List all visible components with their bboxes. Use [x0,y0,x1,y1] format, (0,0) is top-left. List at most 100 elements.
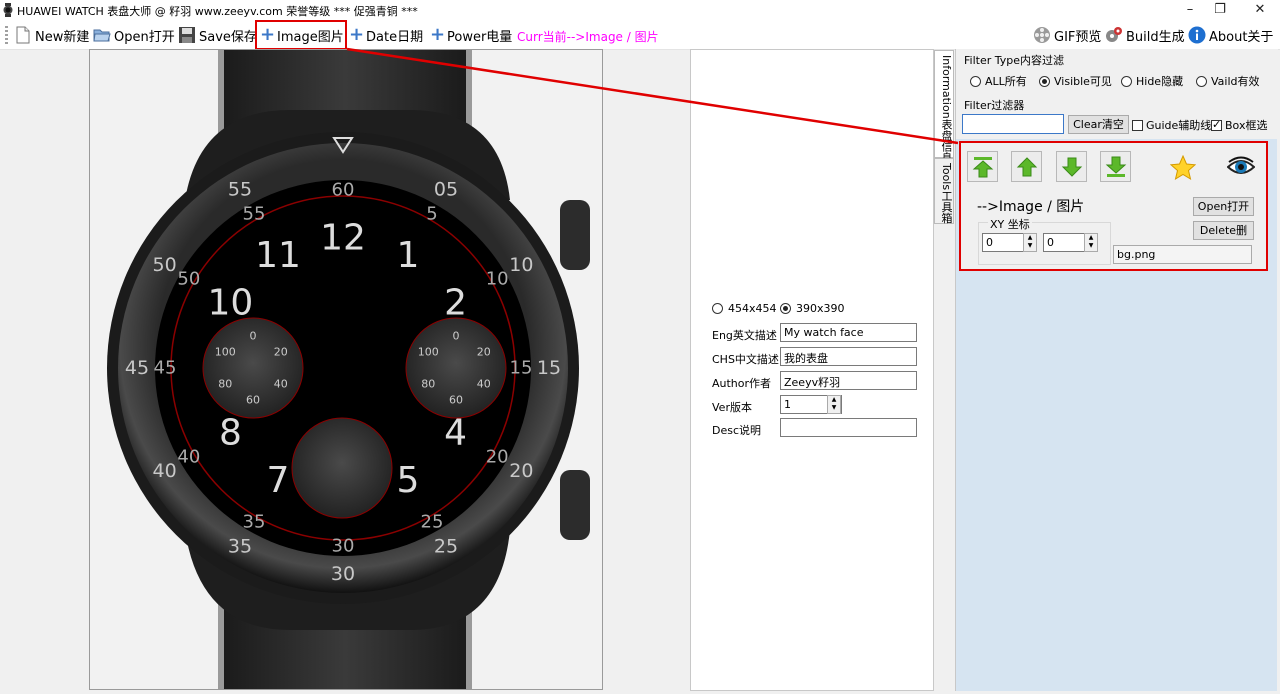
bezel-number: 45 [125,357,149,379]
build-button[interactable]: Build生成 [1105,23,1185,47]
layer-name: -->Image / 图片 [977,199,1085,215]
about-button[interactable]: About关于 [1188,23,1273,47]
hour-numeral: 7 [267,460,290,501]
tab-tools[interactable]: Tools工具箱 [934,158,954,224]
bezel-number: 20 [509,460,533,482]
close-button[interactable]: ✕ [1242,0,1278,20]
bezel-number: 25 [434,535,458,557]
subdial-number: 20 [274,346,288,359]
open-folder-icon [93,29,111,42]
desc-label: Desc说明 [712,424,762,437]
information-panel: 454x454 390x390 Eng英文描述 My watch face CH… [690,49,934,691]
res-390-option[interactable]: 390x390 [780,302,845,315]
image-layer-item[interactable]: -->Image / 图片 Open打开 Delete删 XY 坐标 0 ▲ ▼ … [959,141,1268,271]
window-title: HUAWEI WATCH 表盘大师 @ 籽羽 www.zeeyv.com 荣誉等… [17,5,418,18]
version-label: Ver版本 [712,401,752,414]
star-icon[interactable] [1170,155,1196,181]
eng-desc-label: Eng英文描述 [712,329,777,342]
filter-valid-option[interactable]: Vaild有效 [1196,73,1260,89]
box-checkbox[interactable] [1211,118,1222,132]
tab-information[interactable]: Information表盘信息 [934,50,954,163]
gif-preview-button[interactable]: GIF预览 [1033,23,1101,47]
layer-delete-button[interactable]: Delete删 [1193,221,1254,240]
move-top-icon [972,157,994,178]
author-label: Author作者 [712,377,772,390]
move-top-button[interactable] [967,151,998,182]
box-checkbox-item[interactable]: Box框选 [1211,117,1267,133]
hour-numeral: 5 [397,460,420,501]
move-up-icon [1016,157,1038,177]
move-up-button[interactable] [1011,151,1042,182]
toolbar-grip[interactable] [5,26,8,44]
visibility-toggle[interactable] [1223,151,1255,182]
filter-visible-label: Visible可见 [1054,75,1112,88]
res-454-option[interactable]: 454x454 [712,302,777,315]
filter-hide-radio[interactable] [1121,75,1132,87]
current-layer-label: Curr当前-->Image / 图片 [517,30,659,44]
tab-tools-label: Tools工具箱 [940,163,953,224]
date-button[interactable]: + Date日期 [349,23,423,47]
eye-icon [1227,156,1255,174]
bezel-number: 15 [537,357,561,379]
subdial-number: 60 [246,394,260,407]
filter-all-radio[interactable] [970,75,981,87]
filter-title: Filter过滤器 [964,99,1025,112]
layer-file-name: bg.png [1113,245,1252,264]
layer-panel: Filter Type内容过滤 ALL所有 Visible可见 Hide隐藏 V… [955,49,1278,691]
filter-visible-radio[interactable] [1039,75,1050,87]
filter-valid-radio[interactable] [1196,75,1207,87]
maximize-button[interactable]: ❐ [1202,0,1238,20]
filter-group: Filter Type内容过滤 ALL所有 Visible可见 Hide隐藏 V… [956,49,1278,139]
move-down-button[interactable] [1056,151,1087,182]
info-icon [1188,26,1206,44]
filter-valid-label: Vaild有效 [1211,75,1260,88]
about-label: About关于 [1209,29,1274,45]
res-390-radio[interactable] [780,303,791,314]
watch-preview-canvas[interactable]: 55 05 10 15 20 25 30 35 40 45 50 60 5 55 50 10 45 15 40 20… [89,49,603,690]
res-454-radio[interactable] [712,303,723,314]
desc-input[interactable] [780,418,917,437]
new-file-icon [16,26,30,44]
save-button[interactable]: Save保存 [178,23,257,47]
eng-desc-input[interactable]: My watch face [780,323,917,342]
version-spinner[interactable]: ▲ ▼ [827,395,841,414]
watch-face: 55 05101520253035404550 6055550 1045 1540 20… [107,50,590,689]
hour-numeral: 2 [444,283,467,324]
upper-crown [560,200,590,270]
author-input[interactable]: Zeeyv籽羽 [780,371,917,390]
move-bottom-button[interactable] [1100,151,1131,182]
subdial-number: 80 [218,378,232,391]
date-label: Date日期 [366,29,424,45]
new-button[interactable]: New新建 [14,23,89,47]
film-reel-icon [1034,27,1050,43]
box-label: Box框选 [1225,119,1268,132]
minute-number: 60 [332,180,355,201]
filter-all-label: ALL所有 [985,75,1027,88]
open-button[interactable]: Open打开 [93,23,175,47]
app-watch-icon [3,3,13,17]
filter-hide-option[interactable]: Hide隐藏 [1121,73,1183,89]
title-bar: HUAWEI WATCH 表盘大师 @ 籽羽 www.zeeyv.com 荣誉等… [0,0,1280,20]
bezel-number: 05 [434,179,458,201]
guide-checkbox-item[interactable]: Guide辅助线 [1132,117,1211,133]
filter-visible-option[interactable]: Visible可见 [1039,73,1112,89]
clear-button[interactable]: Clear清空 [1068,115,1129,134]
minute-number: 45 [154,358,177,379]
filter-input[interactable] [962,114,1064,134]
hour-numeral: 1 [397,235,420,276]
layer-open-button[interactable]: Open打开 [1193,197,1254,216]
hour-numeral: 11 [255,235,301,276]
filter-all-option[interactable]: ALL所有 [970,73,1027,89]
x-spinner[interactable]: ▲ ▼ [1023,233,1037,252]
image-button-highlight [255,20,347,50]
build-gears-icon [1106,27,1122,42]
chs-desc-input[interactable]: 我的表盘 [780,347,917,366]
power-label: Power电量 [447,29,513,45]
power-button[interactable]: + Power电量 [430,23,512,47]
minute-number: 50 [177,269,200,290]
subdial-number: 80 [421,378,435,391]
bezel-number: 30 [331,563,355,585]
guide-checkbox[interactable] [1132,119,1143,131]
minute-number: 25 [421,512,444,533]
y-spinner[interactable]: ▲ ▼ [1084,233,1098,252]
